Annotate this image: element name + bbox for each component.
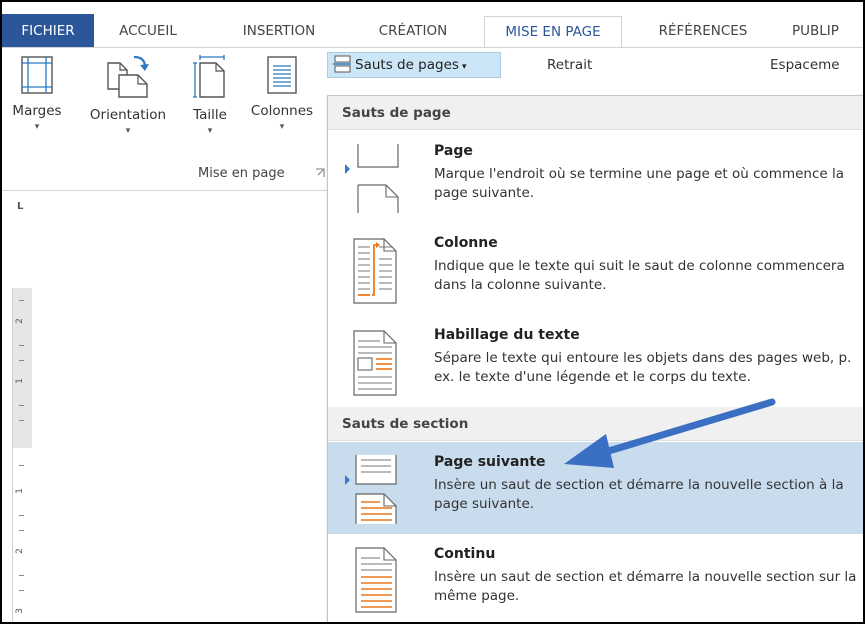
margins-button[interactable]: Marges ▾ — [6, 50, 68, 158]
ruler-tick — [19, 405, 24, 406]
section-breaks-header: Sauts de section — [328, 407, 863, 441]
section-break-next-page-item[interactable]: Page suivante Insère un saut de section … — [328, 442, 863, 534]
ruler-tick — [19, 300, 24, 301]
ruler-number: 2 — [14, 548, 25, 554]
ruler-tick — [19, 530, 24, 531]
break-column-item[interactable]: Colonne Indique que le texte qui suit le… — [328, 223, 863, 315]
ruler-number: 1 — [14, 488, 25, 494]
chevron-down-icon: ▾ — [207, 126, 213, 136]
size-label: Taille — [193, 107, 227, 123]
ribbon-tab-bar: FICHIER ACCUEIL INSERTION CRÉATION MISE … — [2, 2, 863, 48]
margins-label: Marges — [12, 103, 62, 119]
ruler-tick — [19, 360, 24, 361]
orientation-icon — [107, 55, 149, 98]
ruler-tick — [19, 420, 24, 421]
breaks-label: Sauts de pages — [355, 57, 459, 73]
break-text-wrapping-title: Habillage du texte — [434, 327, 580, 343]
tab-creation[interactable]: CRÉATION — [365, 16, 461, 48]
page-break-icon — [357, 144, 399, 213]
page-break-icon — [333, 55, 351, 72]
orientation-label: Orientation — [89, 107, 167, 123]
word-window: FICHIER ACCUEIL INSERTION CRÉATION MISE … — [0, 0, 865, 624]
margins-icon — [21, 56, 53, 94]
break-text-wrapping-item[interactable]: Habillage du texte Sépare le texte qui e… — [328, 315, 863, 407]
selection-marker-icon — [345, 164, 350, 174]
chevron-down-icon: ▾ — [461, 62, 467, 72]
page-setup-group-label: Mise en page — [198, 166, 285, 181]
ruler-tick — [19, 345, 24, 346]
break-text-wrapping-desc: Sépare le texte qui entoure les objets d… — [434, 350, 852, 385]
ruler-number: 1 — [14, 378, 25, 384]
section-break-next-page-title: Page suivante — [434, 454, 546, 470]
column-break-icon — [353, 238, 397, 304]
text-wrapping-break-icon — [353, 330, 397, 396]
continuous-section-break-icon — [355, 547, 397, 613]
section-break-continuous-item[interactable]: Continu Insère un saut de section et dém… — [328, 534, 863, 622]
breaks-button[interactable]: Sauts de pages ▾ — [327, 52, 501, 78]
spacing-label: Espaceme — [770, 57, 840, 73]
section-break-next-page-desc: Insère un saut de section et démarre la … — [434, 477, 844, 512]
columns-label: Colonnes — [250, 103, 314, 119]
break-column-desc: Indique que le texte qui suit le saut de… — [434, 258, 845, 293]
tab-references[interactable]: RÉFÉRENCES — [645, 16, 761, 48]
section-break-continuous-title: Continu — [434, 546, 496, 562]
ruler-tick — [19, 575, 24, 576]
tab-selector[interactable]: L — [17, 201, 29, 213]
chevron-down-icon: ▾ — [279, 122, 285, 132]
orientation-button[interactable]: Orientation ▾ — [82, 50, 174, 158]
vertical-ruler-page — [12, 448, 32, 622]
ruler-tick — [19, 515, 24, 516]
size-button[interactable]: Taille ▾ — [182, 50, 238, 158]
tab-mise-en-page[interactable]: MISE EN PAGE — [484, 16, 622, 48]
tab-publipostage[interactable]: PUBLIP — [792, 16, 863, 48]
tab-accueil[interactable]: ACCUEIL — [106, 16, 190, 48]
size-icon — [193, 55, 225, 98]
break-page-title: Page — [434, 143, 473, 159]
ruler-number: 3 — [14, 608, 25, 614]
ruler-number: 2 — [14, 318, 25, 324]
selection-marker-icon — [345, 475, 350, 485]
columns-button[interactable]: Colonnes ▾ — [242, 50, 322, 158]
indent-label: Retrait — [547, 57, 593, 73]
tab-fichier[interactable]: FICHIER — [2, 14, 94, 48]
break-column-title: Colonne — [434, 235, 498, 251]
break-page-desc: Marque l'endroit où se termine une page … — [434, 166, 845, 201]
chevron-down-icon: ▾ — [125, 126, 131, 136]
columns-icon — [267, 56, 297, 94]
ruler-tick — [19, 465, 24, 466]
tab-insertion[interactable]: INSERTION — [224, 16, 334, 48]
ruler-tick — [19, 590, 24, 591]
page-breaks-header: Sauts de page — [328, 96, 863, 130]
section-break-continuous-desc: Insère un saut de section et démarre la … — [434, 569, 857, 604]
dialog-launcher-icon[interactable] — [315, 168, 325, 178]
chevron-down-icon: ▾ — [34, 122, 40, 132]
next-page-section-break-icon — [355, 455, 397, 524]
breaks-dropdown-menu: Sauts de page Page Marque l'endroit où s… — [327, 95, 863, 622]
break-page-item[interactable]: Page Marque l'endroit où se termine une … — [328, 131, 863, 223]
